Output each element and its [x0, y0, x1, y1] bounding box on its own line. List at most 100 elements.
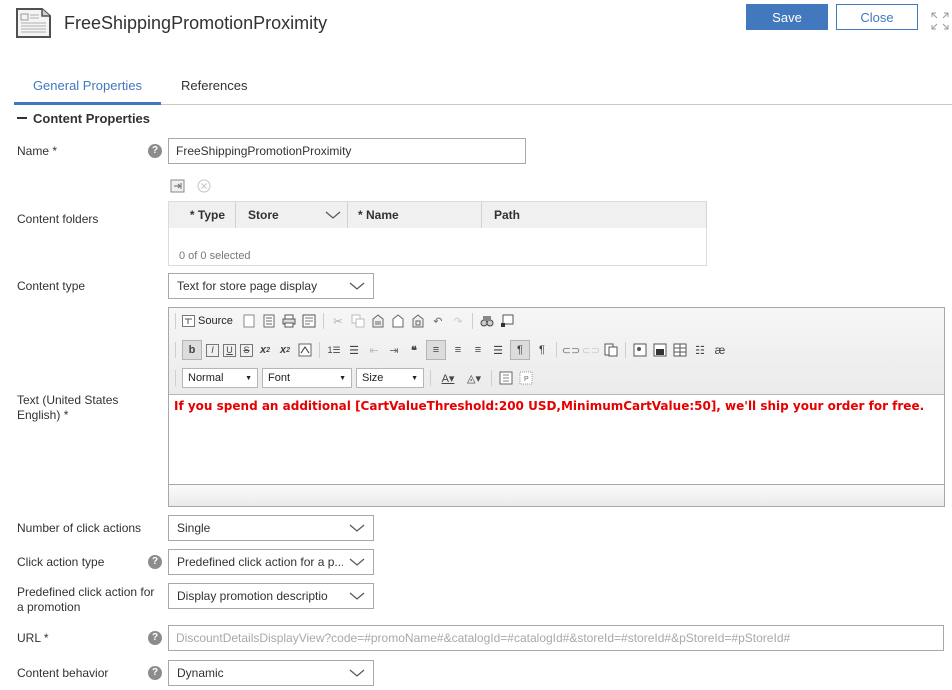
rtl-icon[interactable]: ¶ — [534, 342, 550, 358]
click-actions-select[interactable]: Single — [168, 515, 374, 541]
chevron-down-icon — [349, 524, 365, 532]
preview-icon[interactable] — [301, 313, 317, 329]
editor-toolbar: Source ✂ ↶ ↷ b I U S x2 x2 1☰ ☰ ⇤ ⇥ ❝ ≡ … — [169, 308, 944, 395]
align-center-icon[interactable]: ≡ — [450, 342, 466, 358]
italic-icon[interactable]: I — [206, 343, 219, 357]
find-icon[interactable] — [479, 313, 495, 329]
editor-content[interactable]: If you spend an additional [CartValueThr… — [169, 395, 944, 484]
chevron-down-icon — [349, 282, 365, 290]
maximize-icon[interactable] — [498, 370, 514, 386]
link-icon[interactable]: ⊂⊃ — [562, 342, 580, 358]
templates-icon[interactable] — [261, 313, 277, 329]
section-title: Content Properties — [33, 111, 151, 126]
source-label: Source — [198, 315, 233, 327]
help-icon[interactable]: ? — [148, 555, 162, 569]
tab-general-properties[interactable]: General Properties — [14, 78, 161, 105]
underline-icon[interactable]: U — [223, 343, 236, 357]
text-color-icon[interactable]: A▾ — [437, 370, 459, 386]
url-input[interactable]: DiscountDetailsDisplayView?code=#promoNa… — [168, 625, 944, 651]
paste-word-icon[interactable] — [410, 313, 426, 329]
print-icon[interactable] — [281, 313, 297, 329]
help-icon[interactable]: ? — [148, 631, 162, 645]
column-header-store-label: Store — [248, 208, 279, 222]
font-combo[interactable]: Font ▼ — [262, 368, 352, 388]
predefined-action-select[interactable]: Display promotion descriptio — [168, 583, 374, 609]
subscript-icon[interactable]: x2 — [257, 342, 273, 358]
remove-icon[interactable] — [197, 179, 211, 193]
help-icon[interactable]: ? — [148, 144, 162, 158]
horizontal-rule-icon[interactable]: ☷ — [692, 342, 708, 358]
dropdown-arrow-icon: ▼ — [339, 374, 346, 382]
image-icon[interactable] — [632, 342, 648, 358]
align-left-icon[interactable]: ≡ — [426, 340, 446, 360]
chevron-down-icon — [325, 211, 341, 219]
add-folder-icon[interactable] — [170, 179, 185, 193]
copy-icon[interactable] — [350, 313, 366, 329]
content-type-select[interactable]: Text for store page display — [168, 273, 374, 299]
undo-icon[interactable]: ↶ — [430, 313, 446, 329]
editor-status-bar — [169, 484, 944, 506]
page-title: FreeShippingPromotionProximity — [64, 13, 328, 33]
table-icon[interactable] — [672, 342, 688, 358]
outdent-icon[interactable]: ⇤ — [366, 342, 382, 358]
rich-text-editor: Source ✂ ↶ ↷ b I U S x2 x2 1☰ ☰ ⇤ ⇥ ❝ ≡ … — [168, 307, 945, 507]
replace-icon[interactable] — [499, 313, 515, 329]
content-behavior-select[interactable]: Dynamic — [168, 660, 374, 686]
predefined-action-label: Predefined click action for a promotion — [17, 585, 155, 614]
svg-text:P: P — [524, 376, 529, 383]
table-header: * Type Store * Name Path — [169, 202, 707, 228]
cut-icon[interactable]: ✂ — [330, 313, 346, 329]
special-char-icon[interactable]: æ — [712, 342, 728, 358]
justify-icon[interactable]: ☰ — [490, 342, 506, 358]
format-combo-value: Normal — [188, 372, 224, 384]
superscript-icon[interactable]: x2 — [277, 342, 293, 358]
bold-icon[interactable]: b — [182, 340, 202, 360]
content-folders-label: Content folders — [17, 212, 99, 226]
content-folders-table: * Type Store * Name Path 0 of 0 selected — [168, 201, 707, 266]
click-action-type-value: Predefined click action for a p... — [177, 555, 343, 569]
bulleted-list-icon[interactable]: ☰ — [346, 342, 362, 358]
blockquote-icon[interactable]: ❝ — [406, 342, 422, 358]
numbered-list-icon[interactable]: 1☰ — [326, 342, 342, 358]
name-input[interactable]: FreeShippingPromotionProximity — [168, 138, 526, 164]
remove-format-icon[interactable] — [297, 342, 313, 358]
chevron-down-icon — [349, 558, 365, 566]
column-header-type[interactable]: * Type — [169, 202, 236, 228]
ltr-icon[interactable]: ¶ — [510, 340, 530, 360]
name-label: Name * — [17, 144, 58, 158]
tab-references[interactable]: References — [181, 78, 247, 93]
unlink-icon[interactable]: ⊂⊃ — [582, 342, 600, 358]
column-header-name[interactable]: * Name — [348, 202, 482, 228]
source-button[interactable]: Source — [182, 315, 237, 327]
format-combo[interactable]: Normal ▼ — [182, 368, 258, 388]
save-button[interactable]: Save — [746, 4, 828, 30]
show-blocks-icon[interactable]: P — [518, 370, 534, 386]
selection-count: 0 of 0 selected — [179, 250, 251, 262]
strikethrough-icon[interactable]: S — [240, 343, 253, 357]
chevron-down-icon — [349, 592, 365, 600]
click-action-type-label: Click action type — [17, 555, 105, 569]
anchor-icon[interactable] — [603, 342, 619, 358]
background-color-icon[interactable]: ◬▾ — [463, 370, 485, 386]
source-icon — [182, 315, 195, 327]
indent-icon[interactable]: ⇥ — [386, 342, 402, 358]
expand-icon[interactable] — [931, 12, 949, 30]
click-actions-value: Single — [177, 521, 211, 535]
section-content-properties[interactable]: Content Properties — [17, 111, 150, 126]
size-combo[interactable]: Size ▼ — [356, 368, 424, 388]
paste-text-icon[interactable] — [390, 313, 406, 329]
paste-icon[interactable] — [370, 313, 386, 329]
column-header-path[interactable]: Path — [482, 202, 707, 228]
new-page-icon[interactable] — [241, 313, 257, 329]
content-type-value: Text for store page display — [177, 279, 318, 293]
column-header-store[interactable]: Store — [236, 202, 348, 228]
tab-bar: General Properties References — [14, 72, 952, 105]
close-button[interactable]: Close — [836, 4, 918, 30]
align-right-icon[interactable]: ≡ — [470, 342, 486, 358]
help-icon[interactable]: ? — [148, 666, 162, 680]
table-actions — [170, 178, 220, 197]
click-action-type-select[interactable]: Predefined click action for a p... — [168, 549, 374, 575]
redo-icon[interactable]: ↷ — [450, 313, 466, 329]
flash-icon[interactable] — [652, 342, 668, 358]
text-label: Text (United States English) * — [17, 393, 119, 422]
